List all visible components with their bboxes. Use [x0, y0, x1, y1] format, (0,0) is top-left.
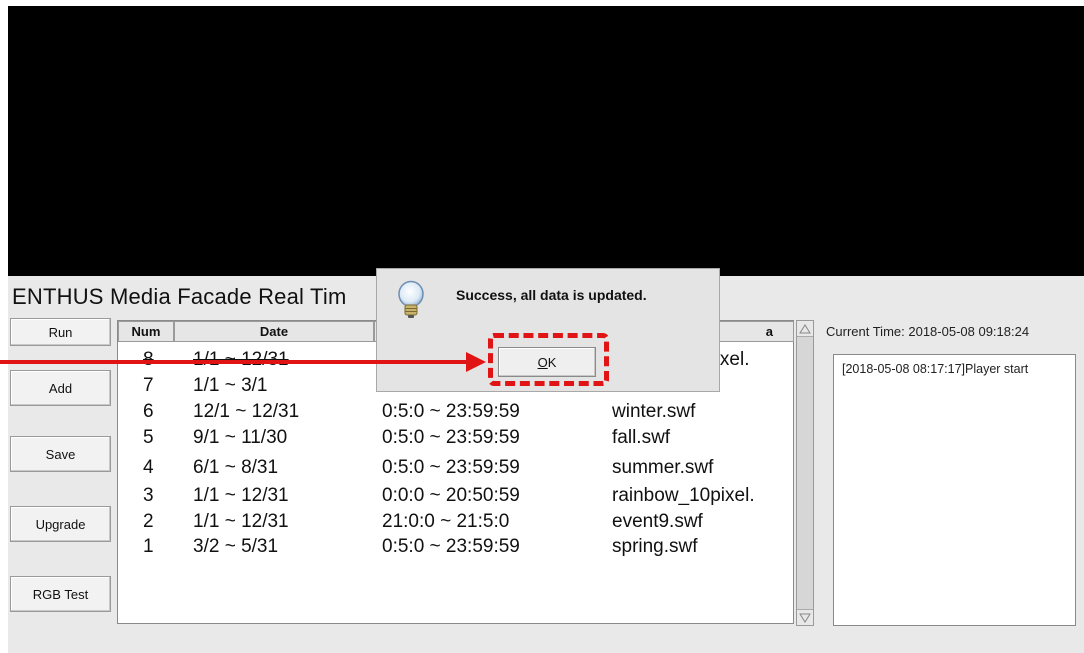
row-date: 12/1 ~ 12/31 [193, 401, 300, 422]
row-time: 0:5:0 ~ 23:59:59 [382, 401, 520, 422]
row-time: 0:5:0 ~ 23:59:59 [382, 457, 520, 478]
run-button[interactable]: Run [10, 318, 111, 346]
column-header-date[interactable]: Date [174, 321, 374, 342]
row-media: summer.swf [612, 457, 714, 478]
dialog-message: Success, all data is updated. [456, 287, 647, 303]
upgrade-button[interactable]: Upgrade [10, 506, 111, 542]
lightbulb-icon [398, 280, 424, 318]
rgb-test-button[interactable]: RGB Test [10, 576, 111, 612]
media-display-area [8, 6, 1084, 276]
table-scrollbar[interactable] [796, 320, 814, 626]
table-row[interactable]: 1 3/2 ~ 5/31 0:5:0 ~ 23:59:59 spring.swf [118, 535, 793, 559]
annotation-arrow-icon [0, 352, 486, 372]
table-row[interactable]: 3 1/1 ~ 12/31 0:0:0 ~ 20:50:59 rainbow_1… [118, 484, 793, 508]
save-button[interactable]: Save [10, 436, 111, 472]
row-date: 6/1 ~ 8/31 [193, 457, 279, 478]
arrow-up-icon [799, 324, 811, 334]
column-header-num[interactable]: Num [118, 321, 174, 342]
add-button[interactable]: Add [10, 370, 111, 406]
log-textbox[interactable]: [2018-05-08 08:17:17]Player start [833, 354, 1076, 626]
table-row[interactable]: 6 12/1 ~ 12/31 0:5:0 ~ 23:59:59 winter.s… [118, 400, 793, 424]
row-date: 1/1 ~ 12/31 [193, 485, 289, 506]
arrow-down-icon [799, 613, 811, 623]
current-time-label: Current Time: 2018-05-08 09:18:24 [826, 324, 1030, 339]
scroll-up-button[interactable] [797, 321, 813, 337]
table-row[interactable]: 5 9/1 ~ 11/30 0:5:0 ~ 23:59:59 fall.swf [118, 426, 793, 450]
row-num: 2 [143, 511, 154, 532]
row-media: winter.swf [612, 401, 696, 422]
row-num: 6 [143, 401, 154, 422]
row-media: spring.swf [612, 536, 698, 557]
row-media: event9.swf [612, 511, 703, 532]
row-time: 0:5:0 ~ 23:59:59 [382, 536, 520, 557]
row-date: 1/1 ~ 12/31 [193, 511, 289, 532]
table-row[interactable]: 4 6/1 ~ 8/31 0:5:0 ~ 23:59:59 summer.swf [118, 456, 793, 480]
row-date: 3/2 ~ 5/31 [193, 536, 279, 557]
row-media: fall.swf [612, 427, 671, 448]
row-num: 3 [143, 485, 154, 506]
row-media: rainbow_10pixel. [612, 485, 755, 506]
annotation-highlight-box [488, 333, 609, 386]
row-num: 5 [143, 427, 154, 448]
row-num: 1 [143, 536, 154, 557]
row-time: 0:5:0 ~ 23:59:59 [382, 427, 520, 448]
app-title: ENTHUS Media Facade Real Tim [12, 284, 347, 309]
row-time: 21:0:0 ~ 21:5:0 [382, 511, 510, 532]
row-date: 1/1 ~ 3/1 [193, 375, 268, 396]
row-time: 0:0:0 ~ 20:50:59 [382, 485, 520, 506]
scroll-down-button[interactable] [797, 609, 813, 625]
row-num: 4 [143, 457, 154, 478]
table-row[interactable]: 2 1/1 ~ 12/31 21:0:0 ~ 21:5:0 event9.swf [118, 510, 793, 534]
row-num: 7 [143, 375, 154, 396]
row-date: 9/1 ~ 11/30 [193, 427, 288, 448]
